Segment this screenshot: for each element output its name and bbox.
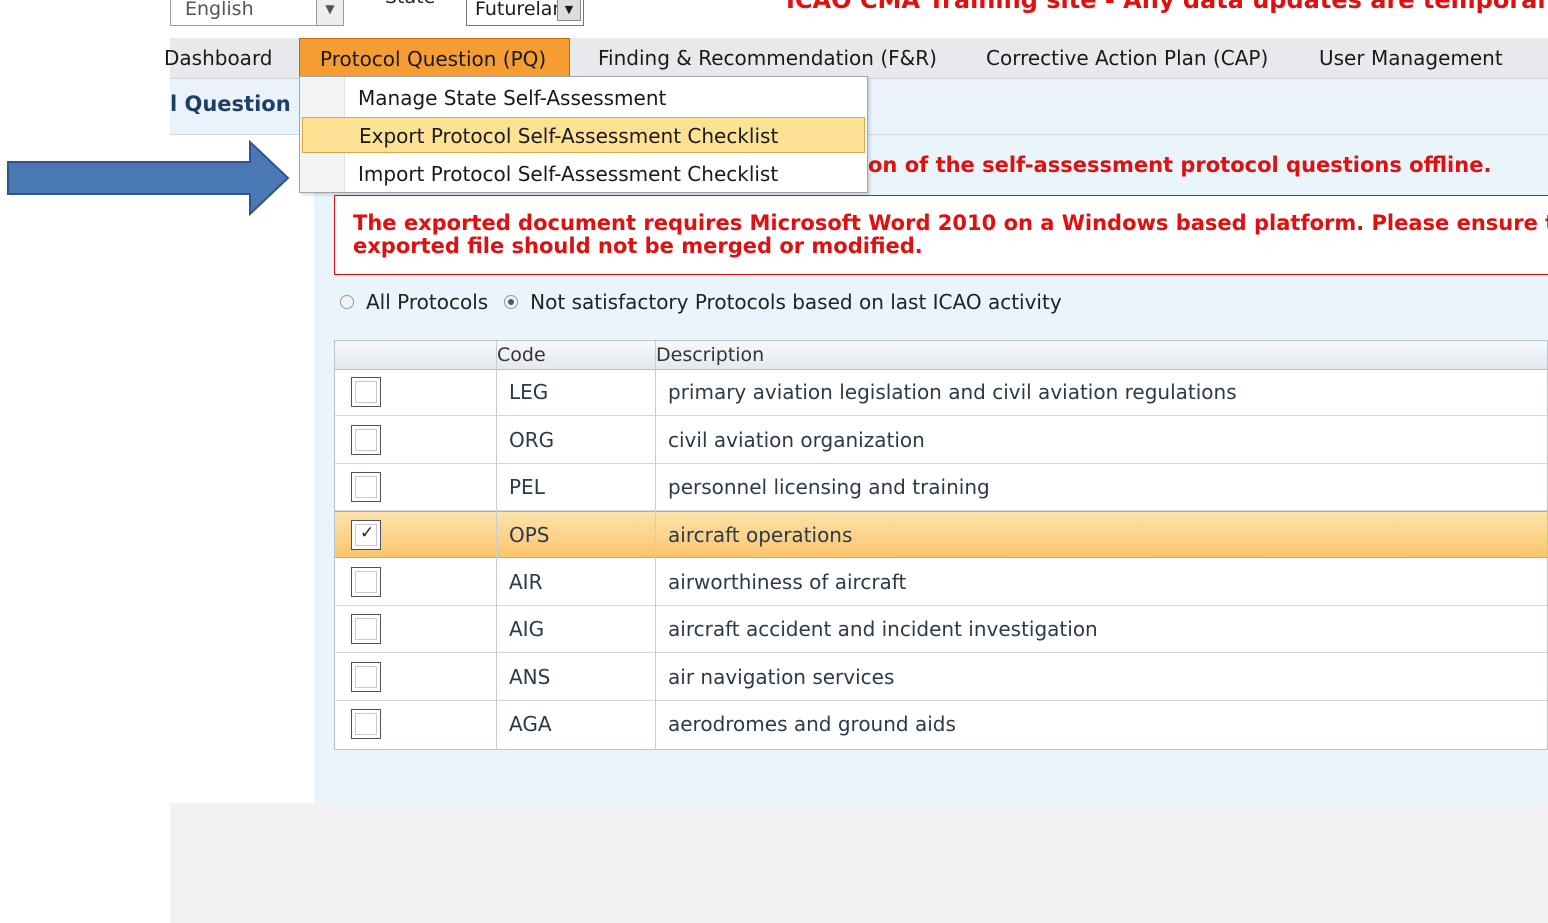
column-divider <box>496 341 497 749</box>
nav-protocol-question[interactable]: Protocol Question (PQ) <box>299 38 570 78</box>
menu-item-manage-self-assessment[interactable]: Manage State Self-Assessment <box>302 80 865 116</box>
chevron-down-icon[interactable]: ▼ <box>557 0 581 21</box>
warning-line-1: The exported document requires Microsoft… <box>353 211 1548 235</box>
row-checkbox-checked[interactable]: ✓ <box>351 520 381 550</box>
row-code: LEG <box>509 380 549 404</box>
row-checkbox[interactable] <box>351 662 381 692</box>
row-description: civil aviation organization <box>668 428 925 452</box>
nav-finding-recommendation[interactable]: Finding & Recommendation (F&R) <box>598 38 937 78</box>
table-row-selected[interactable]: ✓ OPS aircraft operations <box>335 511 1547 558</box>
row-description: primary aviation legislation and civil a… <box>668 380 1237 404</box>
row-description: aircraft operations <box>668 523 853 547</box>
state-label: State <box>385 0 435 8</box>
row-checkbox[interactable] <box>351 614 381 644</box>
footer-area <box>170 803 1548 923</box>
row-checkbox[interactable] <box>351 425 381 455</box>
radio-all-protocols[interactable] <box>340 295 354 309</box>
radio-all-label: All Protocols <box>366 290 489 314</box>
row-code: AIG <box>509 617 545 641</box>
table-row[interactable]: PEL personnel licensing and training <box>335 464 1547 511</box>
row-code: AIR <box>509 570 543 594</box>
language-select[interactable]: English ▼ <box>170 0 344 26</box>
training-banner: ICAO CMA Training site - Any data update… <box>786 0 1546 14</box>
info-message: on of the self-assessment protocol quest… <box>868 153 1492 177</box>
table-row[interactable]: ORG civil aviation organization <box>335 417 1547 464</box>
menu-item-import-checklist[interactable]: Import Protocol Self-Assessment Checklis… <box>302 156 865 192</box>
row-description: personnel licensing and training <box>668 475 990 499</box>
warning-line-2: exported file should not be merged or mo… <box>353 234 923 258</box>
radio-not-satisfactory[interactable] <box>504 295 519 309</box>
row-description: aerodromes and ground aids <box>668 712 956 736</box>
protocol-table: Code Description LEG primary aviation le… <box>334 340 1548 750</box>
table-row[interactable]: AIG aircraft accident and incident inves… <box>335 606 1547 653</box>
row-code: ORG <box>509 428 555 452</box>
row-code: PEL <box>509 475 545 499</box>
checkmark-icon: ✓ <box>360 523 375 543</box>
nav-dashboard[interactable]: Dashboard <box>164 38 273 78</box>
table-header: Code Description <box>335 341 1547 370</box>
page-title: l Question ( <box>170 92 308 116</box>
row-description: air navigation services <box>668 665 895 689</box>
radio-not-satisfactory-label: Not satisfactory Protocols based on last… <box>530 290 1062 314</box>
header-code[interactable]: Code <box>497 341 546 369</box>
pointer-arrow-icon <box>7 140 290 216</box>
row-checkbox[interactable] <box>351 472 381 502</box>
row-description: airworthiness of aircraft <box>668 570 907 594</box>
chevron-down-icon[interactable]: ▼ <box>316 0 343 25</box>
main-nav: Dashboard Protocol Question (PQ) Finding… <box>164 38 1548 79</box>
row-checkbox[interactable] <box>351 709 381 739</box>
table-row[interactable]: AGA aerodromes and ground aids <box>335 701 1547 748</box>
row-checkbox[interactable] <box>351 377 381 407</box>
header-description[interactable]: Description <box>656 341 764 369</box>
nav-user-management[interactable]: User Management <box>1319 38 1503 78</box>
pq-dropdown-menu: Manage State Self-Assessment Export Prot… <box>299 76 868 193</box>
row-description: aircraft accident and incident investiga… <box>668 617 1098 641</box>
language-value: English <box>185 0 254 20</box>
table-row[interactable]: AIR airworthiness of aircraft <box>335 559 1547 606</box>
menu-item-export-checklist[interactable]: Export Protocol Self-Assessment Checklis… <box>302 117 865 153</box>
protocol-filter: All Protocols Not satisfactory Protocols… <box>340 290 1062 314</box>
row-code: OPS <box>509 523 550 547</box>
warning-box: The exported document requires Microsoft… <box>334 195 1548 275</box>
nav-corrective-action-plan[interactable]: Corrective Action Plan (CAP) <box>986 38 1268 78</box>
column-divider <box>655 341 656 749</box>
table-row[interactable]: ANS air navigation services <box>335 654 1547 701</box>
row-code: AGA <box>509 712 552 736</box>
table-row[interactable]: LEG primary aviation legislation and civ… <box>335 369 1547 416</box>
row-code: ANS <box>509 665 551 689</box>
state-select[interactable]: Futureland ▼ <box>466 0 584 26</box>
row-checkbox[interactable] <box>351 567 381 597</box>
